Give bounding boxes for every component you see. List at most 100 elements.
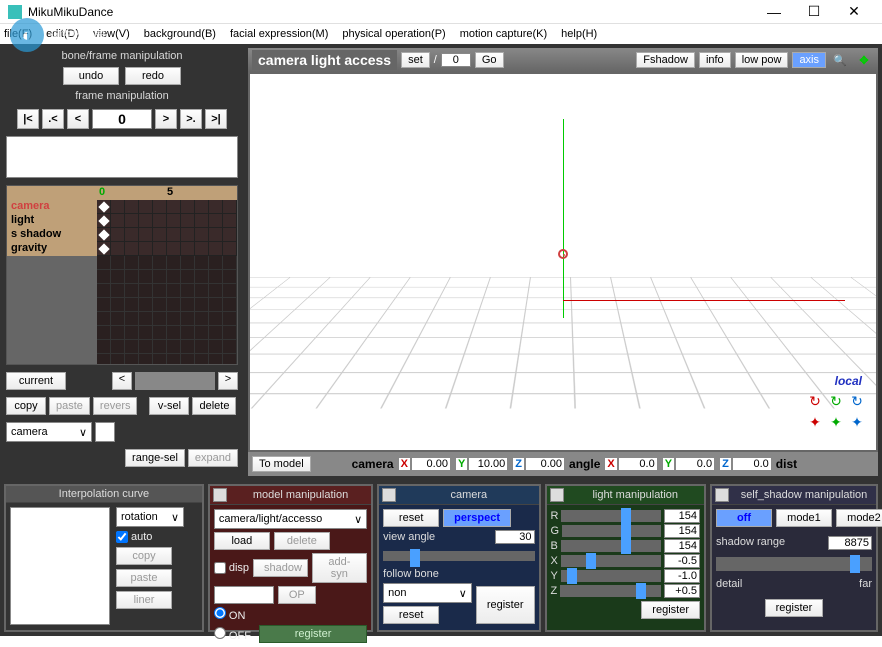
prev-key-button[interactable]: .< [42, 109, 64, 129]
shadow-mode2-button[interactable]: mode2 [836, 509, 882, 527]
menu-facial[interactable]: facial expression(M) [230, 28, 328, 40]
pos-y-value[interactable]: 10.00 [468, 457, 508, 471]
timeline[interactable]: 0 5 cameralights shadowgravity [6, 185, 238, 365]
shadow-register-button[interactable]: register [765, 599, 824, 617]
light-R-slider[interactable] [561, 510, 661, 522]
delete-button[interactable]: delete [192, 397, 236, 415]
auto-checkbox[interactable]: auto [116, 531, 152, 543]
ang-x-value[interactable]: 0.0 [618, 457, 658, 471]
timeline-scroll-left[interactable]: < [112, 372, 132, 390]
range-sel-button[interactable]: range-sel [125, 449, 185, 467]
pos-x-value[interactable]: 0.00 [411, 457, 451, 471]
undo-button[interactable]: undo [63, 67, 119, 85]
interp-mode-select[interactable]: rotation ∨ [116, 507, 184, 527]
info-button[interactable]: info [699, 52, 731, 68]
interp-curve-canvas[interactable] [10, 507, 110, 625]
interp-copy-button[interactable]: copy [116, 547, 172, 565]
gizmo-move-y[interactable]: ✦ [827, 413, 845, 431]
light-register-button[interactable]: register [641, 601, 700, 619]
off-radio[interactable]: OFF [214, 627, 251, 642]
addsyn-button[interactable]: add-syn [312, 553, 368, 583]
last-frame-button[interactable]: >| [205, 109, 227, 129]
timeline-scroll-right[interactable]: > [218, 372, 238, 390]
frame-text-area[interactable] [6, 136, 238, 178]
camera-register-button[interactable]: register [476, 586, 535, 624]
on-radio[interactable]: ON [214, 607, 246, 622]
model-collapse-icon[interactable]: - [213, 488, 227, 502]
follow-bone-select[interactable]: non ∨ [383, 583, 472, 603]
menu-file[interactable]: file(F) [4, 28, 32, 40]
track-label[interactable]: s shadow [7, 228, 97, 242]
ang-z-value[interactable]: 0.0 [732, 457, 772, 471]
track-label[interactable]: light [7, 214, 97, 228]
pos-z-value[interactable]: 0.00 [525, 457, 565, 471]
copy-button[interactable]: copy [6, 397, 46, 415]
move-icon[interactable]: ✥ [854, 50, 874, 70]
view-angle-slider[interactable] [383, 551, 534, 561]
close-button[interactable]: ✕ [834, 1, 874, 23]
maximize-button[interactable]: ☐ [794, 1, 834, 23]
axis-button[interactable]: axis [792, 52, 826, 68]
light-Z-slider[interactable] [560, 585, 661, 597]
target-select[interactable]: camera ∨ [6, 422, 92, 442]
fshadow-button[interactable]: Fshadow [636, 52, 695, 68]
edge-input[interactable] [214, 586, 274, 604]
light-R-value[interactable]: 154 [664, 509, 700, 523]
shadow-range-slider[interactable] [716, 557, 872, 571]
interp-paste-button[interactable]: paste [116, 569, 172, 587]
shadow-collapse-icon[interactable]: - [715, 488, 729, 502]
op-button[interactable]: OP [278, 586, 316, 604]
menu-mocap[interactable]: motion capture(K) [460, 28, 547, 40]
load-button[interactable]: load [214, 532, 270, 550]
shadow-range-value[interactable]: 8875 [828, 536, 872, 550]
paste-button[interactable]: paste [49, 397, 90, 415]
search-icon[interactable]: 🔍 [830, 50, 850, 70]
model-register-button[interactable]: register [259, 625, 367, 643]
camera-collapse-icon[interactable]: - [382, 488, 396, 502]
next-frame-button[interactable]: > [155, 109, 177, 129]
ang-y-value[interactable]: 0.0 [675, 457, 715, 471]
shadow-button[interactable]: shadow [253, 559, 308, 577]
camera-reset-button[interactable]: reset [383, 509, 439, 527]
view-angle-value[interactable]: 30 [495, 530, 535, 544]
gizmo-rot-y[interactable]: ↻ [827, 392, 845, 410]
interp-liner-button[interactable]: liner [116, 591, 172, 609]
menu-help[interactable]: help(H) [561, 28, 597, 40]
track-label[interactable]: gravity [7, 242, 97, 256]
model-select[interactable]: camera/light/accesso ∨ [214, 509, 367, 529]
disp-checkbox[interactable]: disp [214, 562, 249, 574]
model-delete-button[interactable]: delete [274, 532, 330, 550]
light-B-value[interactable]: 154 [664, 539, 700, 553]
color-swatch[interactable] [95, 422, 115, 442]
gizmo-move-z[interactable]: ✦ [848, 413, 866, 431]
shadow-mode1-button[interactable]: mode1 [776, 509, 832, 527]
minimize-button[interactable]: — [754, 1, 794, 23]
perspect-button[interactable]: perspect [443, 509, 511, 527]
light-Z-value[interactable]: +0.5 [664, 584, 700, 598]
prev-frame-button[interactable]: < [67, 109, 89, 129]
light-X-value[interactable]: -0.5 [664, 554, 700, 568]
menu-view[interactable]: view(V) [93, 28, 130, 40]
set-number-input[interactable]: 0 [441, 53, 471, 67]
light-B-slider[interactable] [561, 540, 661, 552]
reverse-button[interactable]: revers [93, 397, 138, 415]
scene-view[interactable]: local ↻ ↻ ↻ ✦ ✦ ✦ [248, 72, 878, 452]
track-label[interactable]: camera [7, 200, 97, 214]
light-Y-slider[interactable] [561, 570, 661, 582]
light-collapse-icon[interactable]: - [550, 488, 564, 502]
redo-button[interactable]: redo [125, 67, 181, 85]
menu-background[interactable]: background(B) [144, 28, 216, 40]
expand-button[interactable]: expand [188, 449, 238, 467]
timeline-scrollbar[interactable] [135, 372, 215, 390]
gizmo-rot-x[interactable]: ↻ [806, 392, 824, 410]
gizmo-move-x[interactable]: ✦ [806, 413, 824, 431]
light-X-slider[interactable] [561, 555, 661, 567]
set-button[interactable]: set [401, 52, 430, 68]
camera-reset2-button[interactable]: reset [383, 606, 439, 624]
to-model-button[interactable]: To model [252, 456, 311, 472]
current-button[interactable]: current [6, 372, 66, 390]
go-button[interactable]: Go [475, 52, 504, 68]
lowpow-button[interactable]: low pow [735, 52, 789, 68]
light-G-value[interactable]: 154 [664, 524, 700, 538]
gizmo-rot-z[interactable]: ↻ [848, 392, 866, 410]
